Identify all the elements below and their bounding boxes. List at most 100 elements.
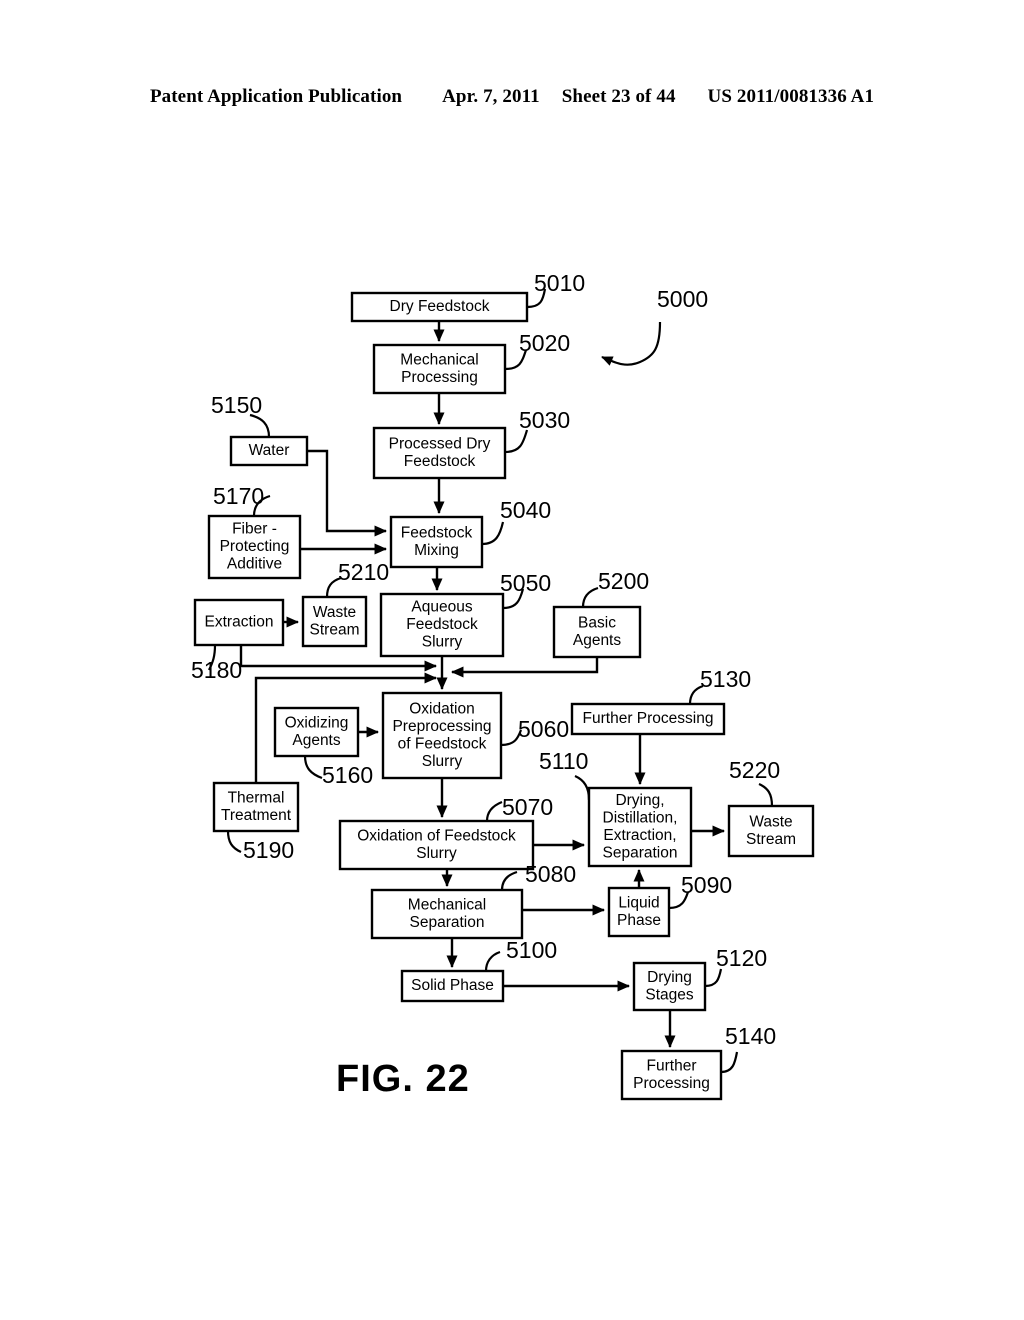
reference-numeral-5030: 5030 [519, 407, 570, 433]
flow-node-5010: Dry Feedstock [350, 291, 529, 323]
reference-numeral-5090: 5090 [681, 872, 732, 898]
leader-5200 [581, 586, 599, 608]
flow-node-label: Preprocessing [392, 718, 491, 735]
flow-node-label: Slurry [422, 634, 463, 651]
flow-node-5100: Solid Phase [400, 969, 505, 1003]
flow-node-label: Mixing [414, 542, 459, 559]
reference-numeral-5050: 5050 [500, 570, 551, 596]
reference-numeral-5210: 5210 [338, 559, 389, 585]
flow-node-label: Waste [313, 604, 356, 621]
flow-node-label: Basic [578, 614, 616, 631]
flow-node-label: Stream [746, 831, 796, 848]
flow-node-label: Separation [410, 914, 485, 931]
flow-node-5220: WasteStream [727, 804, 815, 858]
flow-node-label: Separation [603, 844, 678, 861]
leader-5150 [249, 413, 271, 438]
reference-numeral-5070: 5070 [502, 794, 553, 820]
reference-numeral-5140: 5140 [725, 1023, 776, 1049]
flow-node-5210: WasteStream [301, 595, 368, 648]
patent-page: Patent Application Publication Apr. 7, 2… [0, 0, 1024, 1320]
flow-node-label: Drying, [615, 792, 664, 809]
flow-node-label: Slurry [416, 845, 457, 862]
flow-node-label: Feedstock [404, 453, 476, 470]
flow-node-5070: Oxidation of FeedstockSlurry [338, 819, 535, 871]
flow-node-label: Feedstock [406, 616, 478, 633]
reference-numeral-5150: 5150 [211, 392, 262, 418]
flow-node-5110: Drying,Distillation,Extraction,Separatio… [587, 786, 693, 868]
flow-node-5050: AqueousFeedstockSlurry [379, 592, 505, 658]
flow-node-label: Distillation, [603, 809, 678, 826]
flow-node-label: Oxidation of Feedstock [357, 827, 516, 844]
reference-numeral-5180: 5180 [191, 657, 242, 683]
flow-node-5160: OxidizingAgents [273, 706, 360, 758]
flow-node-label: Further [647, 1057, 697, 1074]
flow-node-label: Additive [227, 556, 282, 573]
flow-node-label: Stream [310, 621, 360, 638]
reference-numeral-5190: 5190 [243, 837, 294, 863]
flow-node-label: Thermal [228, 789, 285, 806]
flow-node-label: Processed Dry [389, 435, 491, 452]
flow-node-label: Drying [647, 969, 692, 986]
leader-5040 [481, 521, 505, 546]
flow-node-label: Agents [573, 632, 622, 649]
reference-numeral-5130: 5130 [700, 666, 751, 692]
leader-5070 [485, 800, 503, 822]
flow-node-label: Mechanical [408, 896, 486, 913]
flow-node-label: Feedstock [401, 524, 473, 541]
reference-numeral-5160: 5160 [322, 762, 373, 788]
reference-numeral-5120: 5120 [716, 945, 767, 971]
flow-node-label: Oxidation [409, 700, 474, 717]
flow-node-5080: MechanicalSeparation [370, 888, 524, 940]
reference-numeral-5110: 5110 [539, 748, 588, 774]
flow-node-5140: FurtherProcessing [620, 1049, 723, 1101]
flow-node-label: Phase [617, 912, 661, 929]
leader-5120 [704, 968, 723, 988]
reference-numeral-5020: 5020 [519, 330, 570, 356]
flow-node-5170: Fiber -ProtectingAdditive [207, 514, 302, 580]
reference-numeral-5010: 5010 [534, 270, 585, 296]
node-layer: Dry FeedstockMechanicalProcessingProcess… [193, 291, 815, 1101]
reference-numeral-5040: 5040 [500, 497, 551, 523]
flow-node-5180: Extraction [193, 598, 285, 647]
reference-numeral-5080: 5080 [525, 861, 576, 887]
leader-5190 [226, 830, 242, 854]
flow-node-label: Water [249, 442, 290, 459]
flow-node-label: Stages [645, 986, 694, 1003]
flow-node-5120: DryingStages [632, 961, 707, 1012]
leader-5220 [758, 782, 774, 807]
leader-5110 [574, 774, 591, 801]
flow-node-label: Further Processing [583, 710, 714, 727]
flowchart-diagram: Dry FeedstockMechanicalProcessingProcess… [191, 270, 815, 1101]
reference-numeral-5220: 5220 [729, 757, 780, 783]
flow-node-label: Oxidizing [285, 714, 349, 731]
flow-node-label: Fiber - [232, 521, 277, 538]
reference-numeral-5060: 5060 [518, 716, 569, 742]
flow-node-label: Treatment [221, 807, 292, 824]
flow-node-5130: Further Processing [570, 702, 726, 736]
flow-node-5190: ThermalTreatment [212, 781, 300, 833]
leader-layer [208, 288, 774, 1074]
flow-node-label: Processing [401, 369, 478, 386]
leader-5080 [500, 870, 518, 891]
leader-5160 [303, 755, 323, 780]
flow-node-5020: MechanicalProcessing [372, 343, 507, 395]
flow-node-label: Mechanical [400, 351, 478, 368]
leader-5140 [720, 1051, 739, 1074]
flow-node-label: Slurry [422, 753, 463, 770]
edge-basic-agents-to-merge [451, 657, 599, 678]
flow-node-label: Processing [633, 1075, 710, 1092]
flow-node-label: Extraction [205, 614, 274, 631]
overall-reference-leader [601, 321, 662, 366]
leader-5100 [484, 950, 501, 972]
reference-numeral-5000: 5000 [657, 286, 708, 312]
flow-node-label: Protecting [220, 538, 290, 555]
reference-numeral-5170: 5170 [213, 483, 264, 509]
reference-numeral-5100: 5100 [506, 937, 557, 963]
flow-node-label: Liquid [618, 894, 659, 911]
reference-numeral-5200: 5200 [598, 568, 649, 594]
flow-node-label: Solid Phase [411, 977, 494, 994]
flow-node-label: Dry Feedstock [390, 298, 490, 315]
leader-5030 [504, 429, 529, 454]
flow-node-5090: LiquidPhase [607, 886, 671, 938]
flow-node-5030: Processed DryFeedstock [372, 426, 507, 480]
